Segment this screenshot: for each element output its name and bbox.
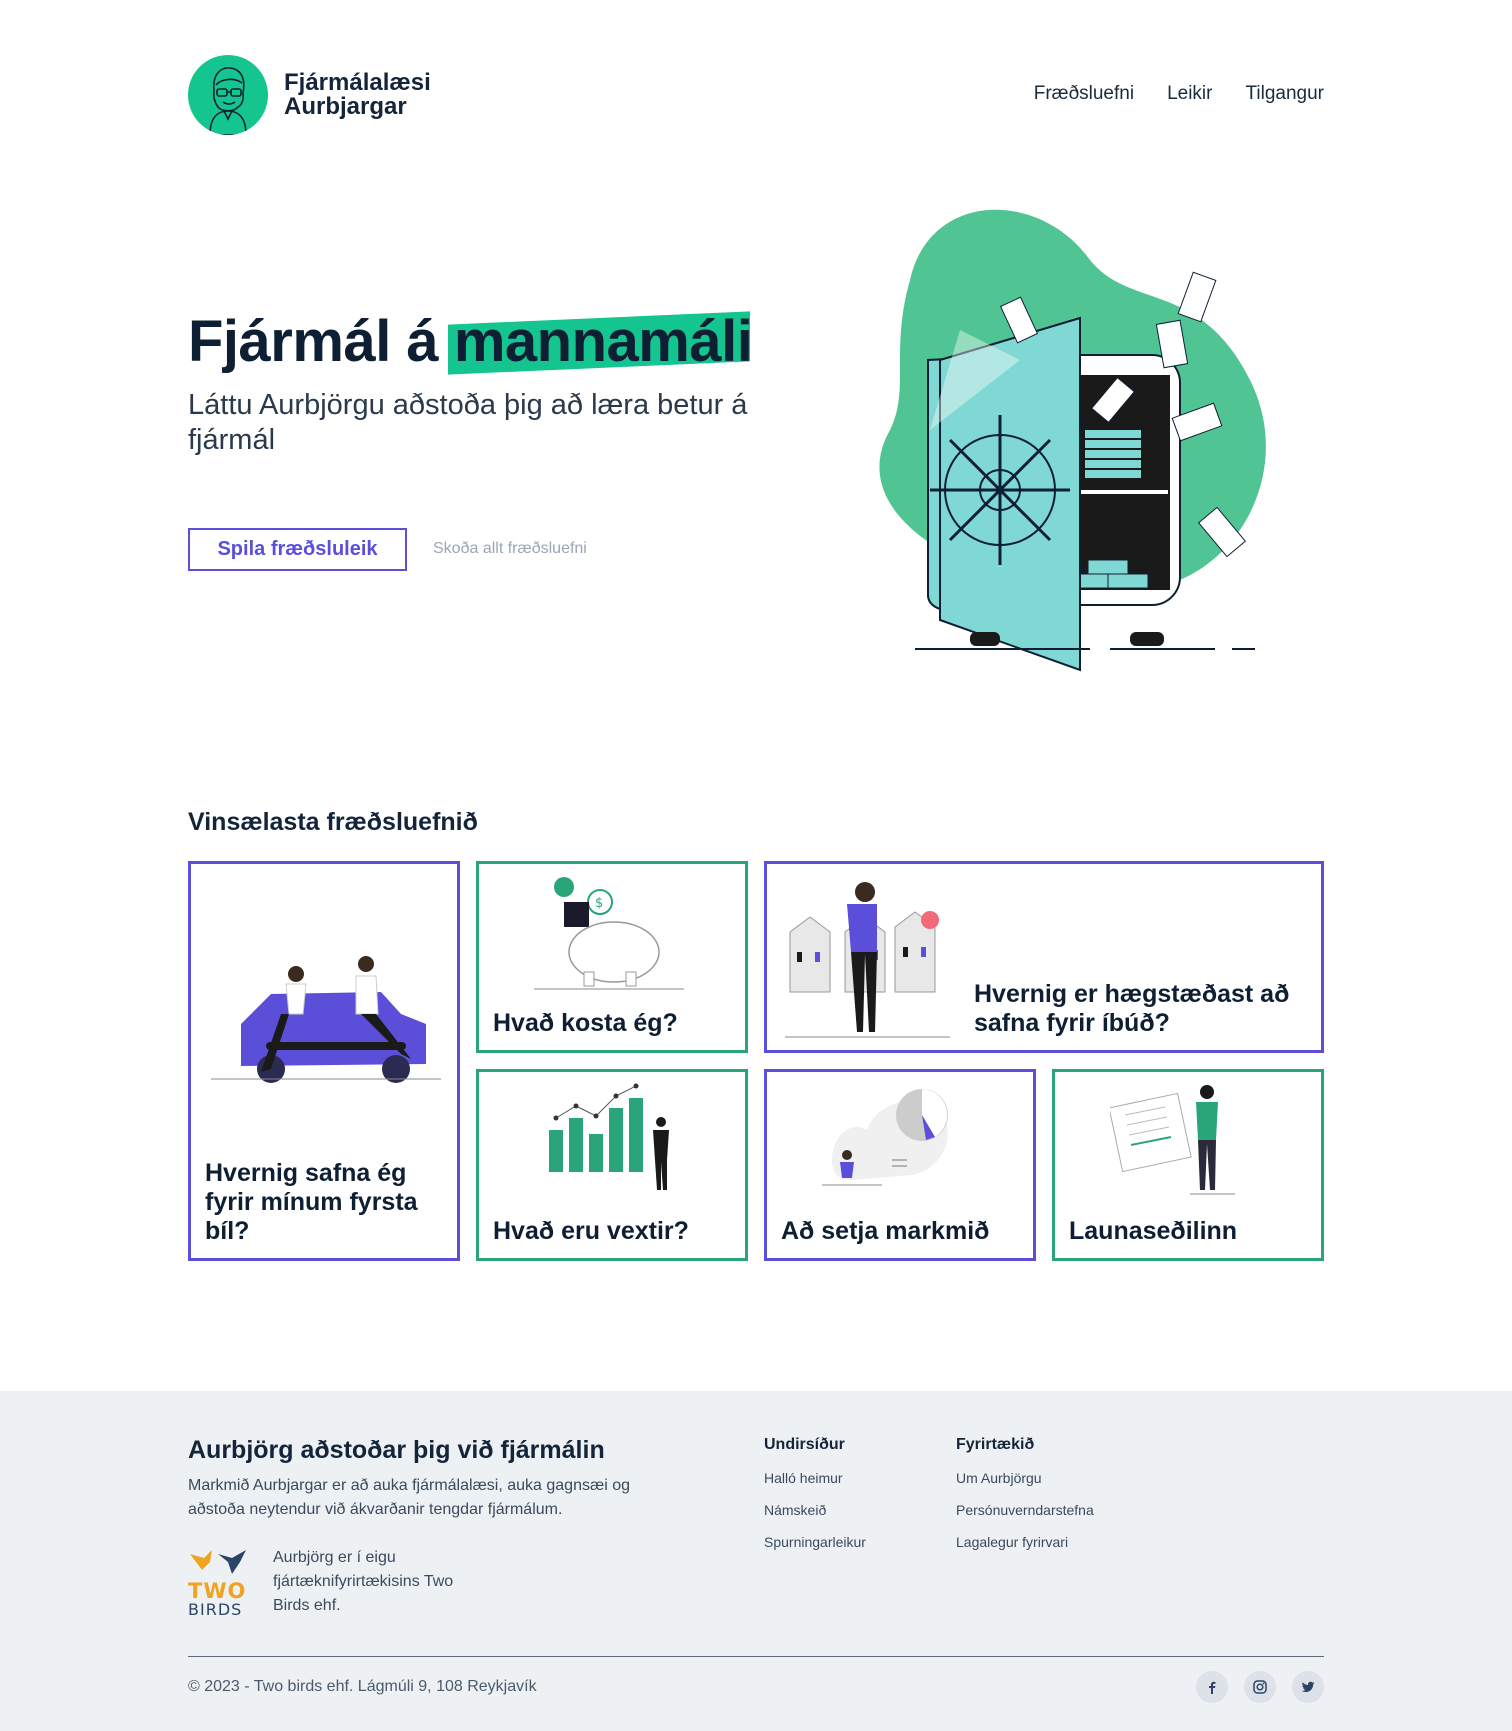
footer-description: Markmið Aurbjargar er að auka fjármálalæ… [188, 1477, 630, 1518]
card-first-car[interactable]: Hvernig safna ég fyrir mínum fyrsta bíl? [188, 861, 460, 1261]
brand-name: Fjármálalæsi Aurbjargar [284, 71, 431, 119]
twitter-icon[interactable] [1292, 1671, 1324, 1703]
footer-divider [188, 1656, 1324, 1657]
brand-line-2: Aurbjargar [284, 93, 407, 120]
footer-owner-text: Aurbjörg er í eigu fjártæknifyrirtækisin… [273, 1549, 454, 1614]
hero-title: Fjármál á mannamáli [188, 308, 753, 375]
bar-growth-illustration [549, 1083, 669, 1190]
footer-col-company: Fyrirtækið Um Aurbjörgu Persónuverndarst… [956, 1436, 1094, 1566]
brand-logo[interactable]: Fjármálalæsi Aurbjargar [188, 55, 431, 135]
svg-text:$: $ [595, 896, 603, 911]
view-all-content-link[interactable]: Skoða allt fræðsluefni [433, 540, 587, 558]
goal-chart-illustration [822, 1089, 948, 1186]
card-set-goals[interactable]: Að setja markmið [764, 1069, 1036, 1261]
footer-col-title: Undirsíður [764, 1436, 845, 1453]
card-payslip[interactable]: Launaseðilinn [1052, 1069, 1324, 1261]
main-nav: Fræðsluefni Leikir Tilgangur [1034, 83, 1324, 105]
play-game-button[interactable]: Spila fræðsluleik [188, 528, 407, 571]
footer-link-spurningarleikur[interactable]: Spurningarleikur [764, 1534, 866, 1550]
car-illustration [211, 956, 441, 1083]
footer-link-personuvernd[interactable]: Persónuverndarstefna [956, 1502, 1094, 1518]
card-save-for-apartment[interactable]: Hvernig er hægstæðast að safna fyrir íbú… [764, 861, 1324, 1053]
footer-link-hallo-heimur[interactable]: Halló heimur [764, 1470, 866, 1486]
brand-line-1: Fjármálalæsi [284, 69, 431, 96]
payslip-illustration [1110, 1085, 1235, 1195]
instagram-icon[interactable] [1244, 1671, 1276, 1703]
card-label: Hvernig safna ég fyrir mínum fyrsta bíl? [205, 1159, 418, 1245]
facebook-icon[interactable] [1196, 1671, 1228, 1703]
footer-title: Aurbjörg aðstoðar þig við fjármálin [188, 1436, 605, 1464]
hero-title-plain: Fjármál á [188, 309, 439, 374]
footer-link-namskeid[interactable]: Námskeið [764, 1502, 866, 1518]
vault-illustration [870, 200, 1320, 680]
nav-link-leikir[interactable]: Leikir [1167, 83, 1212, 105]
hero-subtitle: Láttu Aurbjörgu aðstoða þig að læra betu… [188, 389, 748, 456]
houses-illustration [785, 882, 950, 1038]
footer-col-subpages: Undirsíður Halló heimur Námskeið Spurnin… [764, 1436, 866, 1566]
footer-link-um-aurbjorgu[interactable]: Um Aurbjörgu [956, 1470, 1094, 1486]
card-label: Hvað eru vextir? [493, 1217, 689, 1245]
logo-text-birds: BIRDS [188, 1600, 242, 1616]
popular-section-title: Vinsælasta fræðsluefnið [188, 808, 478, 836]
footer-link-lagalegur[interactable]: Lagalegur fyrirvari [956, 1534, 1094, 1550]
card-label: Hvernig er hægstæðast að safna fyrir íbú… [974, 980, 1290, 1037]
hero-title-highlight-text: mannamáli [453, 309, 753, 374]
nav-link-fraedsluefni[interactable]: Fræðsluefni [1034, 83, 1134, 105]
card-label: Hvað kosta ég? [493, 1009, 678, 1037]
footer-copyright: © 2023 - Two birds ehf. Lágmúli 9, 108 R… [188, 1678, 537, 1695]
two-birds-logo[interactable]: TWO BIRDS [188, 1548, 250, 1619]
avatar-logo-icon [188, 55, 268, 135]
site-header: Fjármálalæsi Aurbjargar Fræðsluefni Leik… [188, 55, 1324, 137]
nav-link-tilgangur[interactable]: Tilgangur [1245, 83, 1324, 105]
card-what-is-interest[interactable]: Hvað eru vextir? [476, 1069, 748, 1261]
card-label: Launaseðilinn [1069, 1217, 1238, 1245]
piggy-bank-illustration: $ [534, 877, 684, 990]
card-what-do-i-cost[interactable]: $ Hvað kosta ég? [476, 861, 748, 1053]
hero-title-highlight: mannamáli [447, 308, 753, 375]
footer-col-title: Fyrirtækið [956, 1436, 1035, 1453]
card-label: Að setja markmið [781, 1217, 990, 1245]
